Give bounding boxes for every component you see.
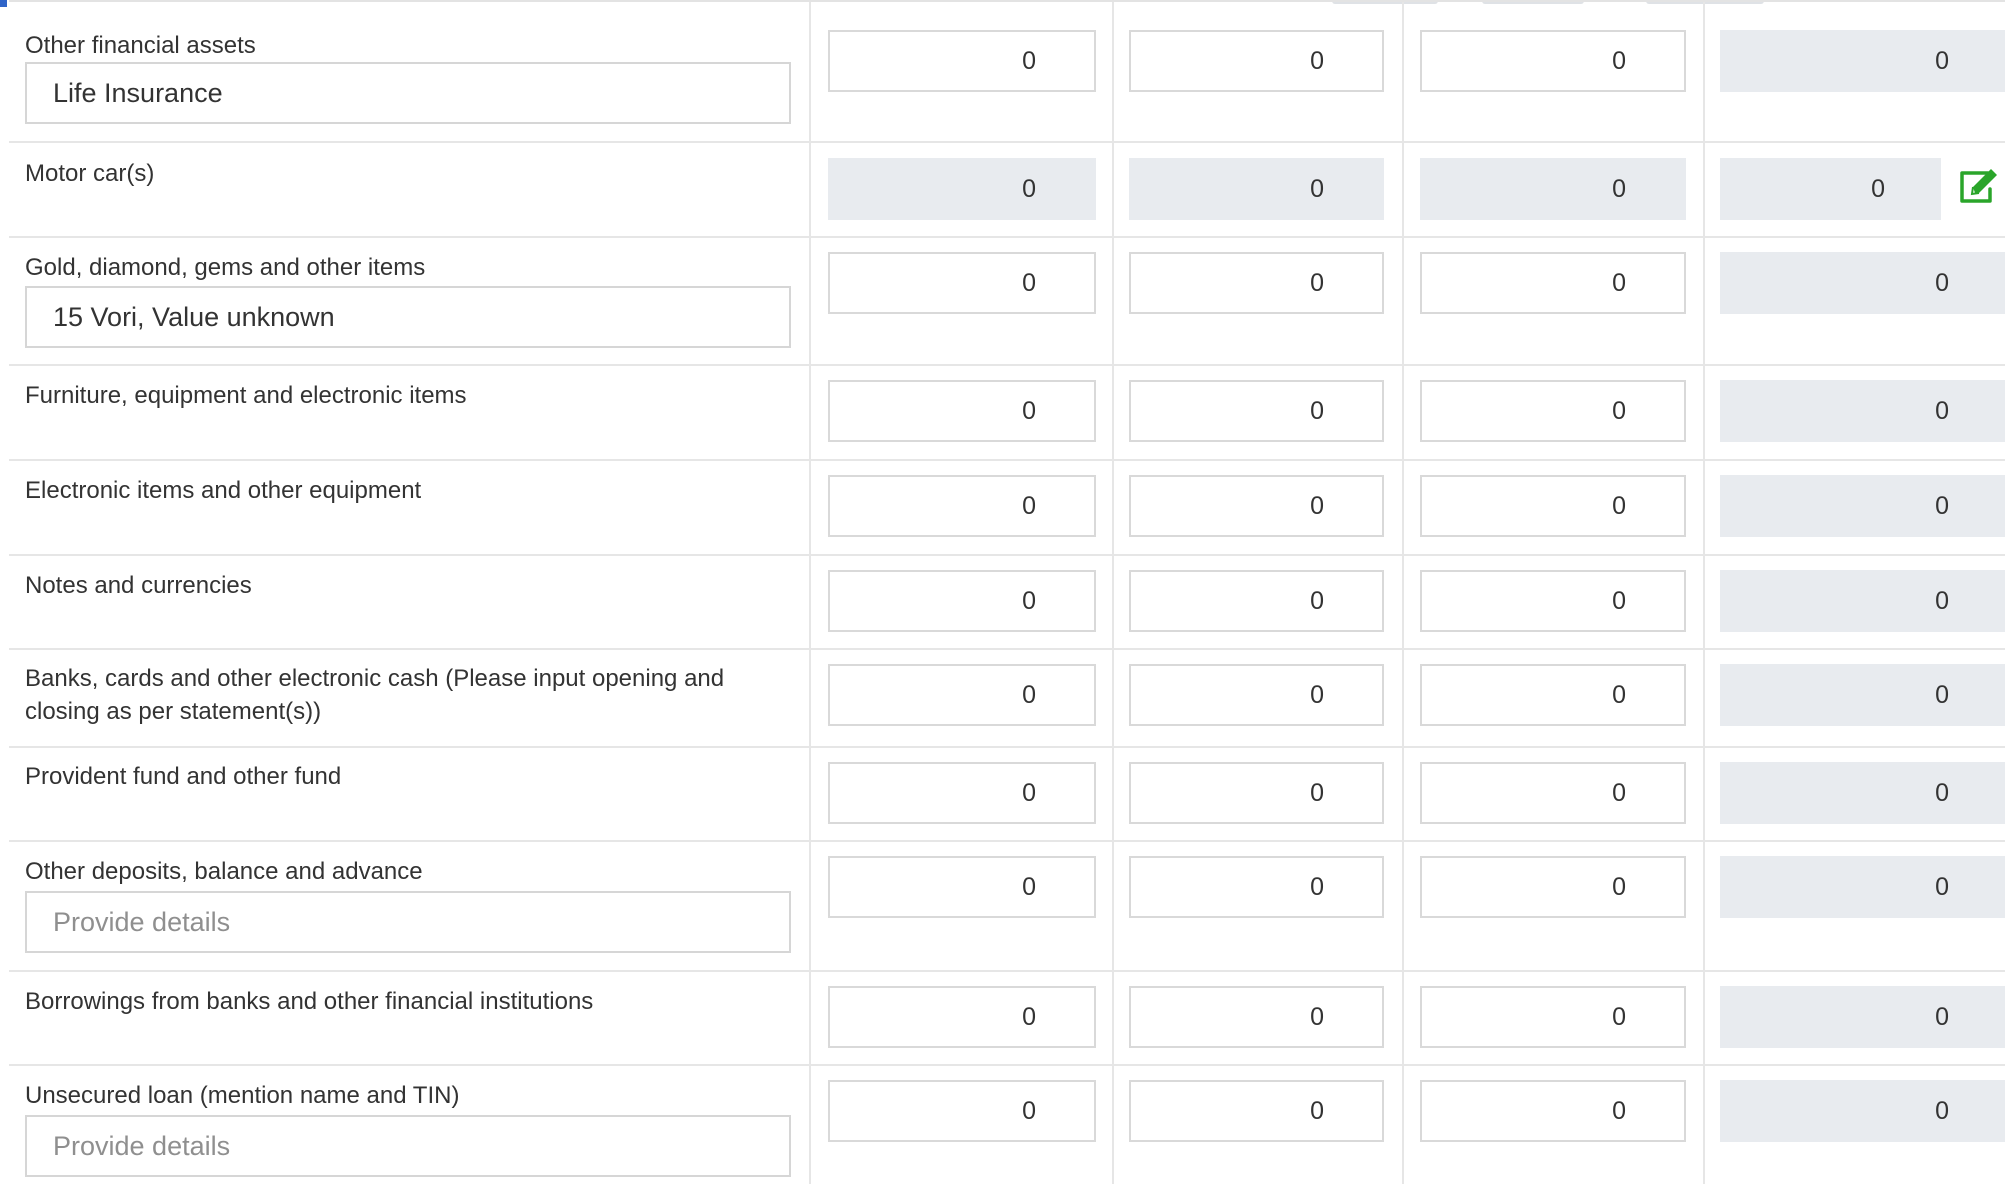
amount-input-col2[interactable]: [1129, 986, 1384, 1048]
amount-input-col3[interactable]: [1420, 856, 1686, 918]
details-input[interactable]: [25, 891, 791, 953]
amount-input-col2[interactable]: [1129, 664, 1384, 726]
amount-input-col3[interactable]: [1420, 475, 1686, 537]
amount-input-col3[interactable]: [1420, 986, 1686, 1048]
amount-field-col2: [1129, 158, 1384, 220]
details-input[interactable]: [25, 1115, 791, 1177]
total-field: [1720, 475, 2005, 537]
amount-input-col3[interactable]: [1420, 664, 1686, 726]
amount-input-col2[interactable]: [1129, 762, 1384, 824]
amount-field-col1: [828, 158, 1096, 220]
table-row-other-deposits: Other deposits, balance and advance: [9, 842, 2005, 972]
total-field: [1720, 570, 2005, 632]
row-label: Other financial assets: [25, 32, 256, 59]
edit-icon[interactable]: [1958, 169, 2002, 205]
table-row-electronic-items: Electronic items and other equipment: [9, 461, 2005, 556]
amount-input-col1[interactable]: [828, 252, 1096, 314]
amount-input-col1[interactable]: [828, 856, 1096, 918]
row-label: Unsecured loan (mention name and TIN): [25, 1082, 460, 1109]
table-row-notes-currencies: Notes and currencies: [9, 556, 2005, 650]
total-field: [1720, 1080, 2005, 1142]
amount-input-col2[interactable]: [1129, 380, 1384, 442]
row-label: Furniture, equipment and electronic item…: [25, 382, 467, 409]
amount-input-col3[interactable]: [1420, 570, 1686, 632]
amount-input-col1[interactable]: [828, 570, 1096, 632]
amount-input-col2[interactable]: [1129, 30, 1384, 92]
total-field: [1720, 664, 2005, 726]
assets-liabilities-table: Other financial assets Motor car(s) Gold…: [9, 0, 2005, 1184]
total-field: [1720, 856, 2005, 918]
amount-input-col2[interactable]: [1129, 1080, 1384, 1142]
amount-input-col1[interactable]: [828, 986, 1096, 1048]
total-field: [1720, 158, 1941, 220]
row-label: Borrowings from banks and other financia…: [25, 988, 594, 1015]
table-row-banks-cards-cash: Banks, cards and other electronic cash (…: [9, 650, 2005, 748]
corner-marker: [0, 0, 7, 7]
amount-input-col2[interactable]: [1129, 252, 1384, 314]
amount-input-col1[interactable]: [828, 475, 1096, 537]
table-row-borrowings: Borrowings from banks and other financia…: [9, 972, 2005, 1066]
amount-input-col3[interactable]: [1420, 252, 1686, 314]
row-label: Motor car(s): [25, 160, 155, 187]
amount-input-col3[interactable]: [1420, 380, 1686, 442]
row-label: Gold, diamond, gems and other items: [25, 254, 426, 281]
details-input[interactable]: [25, 286, 791, 348]
total-field: [1720, 30, 2005, 92]
amount-input-col1[interactable]: [828, 380, 1096, 442]
amount-input-col1[interactable]: [828, 664, 1096, 726]
table-row-furniture-equipment: Furniture, equipment and electronic item…: [9, 366, 2005, 461]
total-field: [1720, 380, 2005, 442]
row-label: Electronic items and other equipment: [25, 477, 422, 504]
amount-input-col2[interactable]: [1129, 856, 1384, 918]
amount-input-col3[interactable]: [1420, 30, 1686, 92]
total-field: [1720, 986, 2005, 1048]
amount-input-col1[interactable]: [828, 762, 1096, 824]
total-field: [1720, 762, 2005, 824]
amount-input-col3[interactable]: [1420, 1080, 1686, 1142]
amount-input-col3[interactable]: [1420, 762, 1686, 824]
table-row-gold-diamond-gems: Gold, diamond, gems and other items: [9, 238, 2005, 366]
table-row-other-financial-assets: Other financial assets: [9, 2, 2005, 143]
amount-input-col2[interactable]: [1129, 475, 1384, 537]
table-row-provident-fund: Provident fund and other fund: [9, 748, 2005, 842]
total-field: [1720, 252, 2005, 314]
amount-field-col3: [1420, 158, 1686, 220]
amount-input-col1[interactable]: [828, 1080, 1096, 1142]
table-row-unsecured-loan: Unsecured loan (mention name and TIN): [9, 1066, 2005, 1184]
row-label: Other deposits, balance and advance: [25, 858, 423, 885]
row-label: Notes and currencies: [25, 572, 252, 599]
amount-input-col1[interactable]: [828, 30, 1096, 92]
details-input[interactable]: [25, 62, 791, 124]
row-label: Banks, cards and other electronic cash (…: [25, 665, 725, 725]
row-label: Provident fund and other fund: [25, 763, 342, 790]
table-row-motor-cars: Motor car(s): [9, 143, 2005, 238]
amount-input-col2[interactable]: [1129, 570, 1384, 632]
